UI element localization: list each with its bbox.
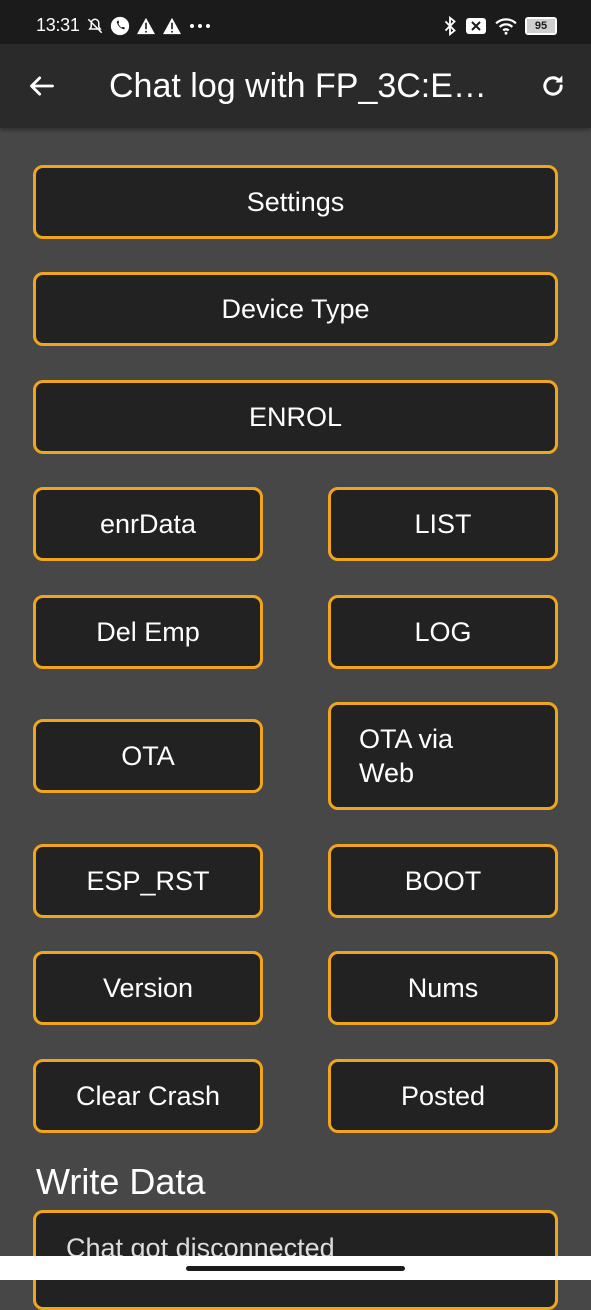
settings-button[interactable]: Settings (33, 165, 558, 239)
ota-via-web-label: OTA via Web (359, 724, 454, 788)
app-bar: Chat log with FP_3C:E… (0, 44, 591, 128)
esp-rst-button[interactable]: ESP_RST (33, 844, 263, 918)
wifi-icon (495, 18, 517, 35)
more-icon (190, 24, 210, 28)
nums-button[interactable]: Nums (328, 951, 558, 1025)
mute-icon (87, 18, 103, 34)
status-right-icons: 95 (443, 15, 557, 37)
back-button[interactable] (22, 66, 62, 106)
status-time: 13:31 (36, 15, 80, 35)
arrow-left-icon (30, 76, 54, 96)
refresh-icon (543, 75, 563, 96)
status-bar: 13:31 95 (0, 0, 591, 44)
phone-icon (110, 16, 130, 36)
version-button[interactable]: Version (33, 951, 263, 1025)
clear-crash-button[interactable]: Clear Crash (33, 1059, 263, 1133)
device-type-button[interactable]: Device Type (33, 272, 558, 346)
enr-data-button[interactable]: enrData (33, 487, 263, 561)
write-data-heading: Write Data (36, 1161, 206, 1202)
enrol-button[interactable]: ENROL (33, 380, 558, 454)
bluetooth-icon (444, 16, 456, 36)
log-button[interactable]: LOG (328, 595, 558, 669)
boot-button[interactable]: BOOT (328, 844, 558, 918)
refresh-button[interactable] (533, 66, 573, 106)
ota-button[interactable]: OTA (33, 719, 263, 793)
home-gesture-handle[interactable] (186, 1266, 405, 1271)
page-title: Chat log with FP_3C:E… (109, 67, 487, 105)
warning-icon (163, 17, 181, 35)
posted-button[interactable]: Posted (328, 1059, 558, 1133)
status-left-icons (86, 15, 212, 37)
del-emp-button[interactable]: Del Emp (33, 595, 263, 669)
ota-via-web-button[interactable]: OTA via Web (328, 702, 558, 810)
list-button[interactable]: LIST (328, 487, 558, 561)
warning-icon (137, 17, 155, 35)
mute-box-icon (466, 18, 486, 34)
battery-icon: 95 (525, 17, 557, 35)
